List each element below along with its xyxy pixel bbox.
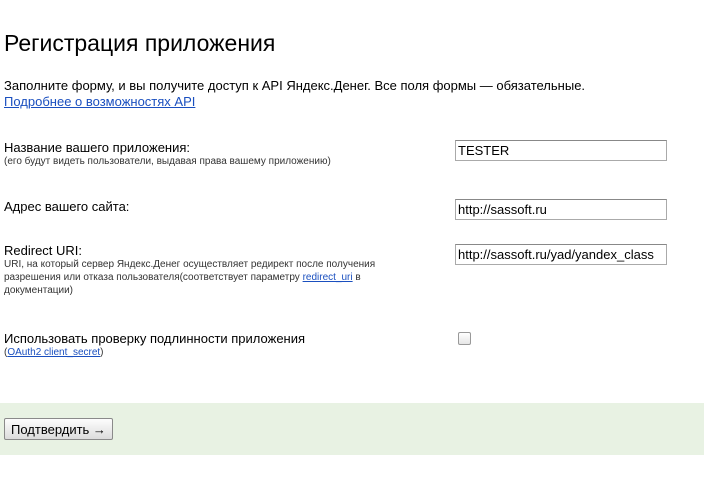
app-name-label: Название вашего приложения: xyxy=(4,140,191,155)
app-name-hint: (его будут видеть пользователи, выдавая … xyxy=(4,156,331,167)
site-url-label-block: Адрес вашего сайта: xyxy=(4,199,129,214)
submit-button[interactable]: Подтвердить → xyxy=(4,418,113,440)
app-name-input[interactable] xyxy=(455,140,667,161)
redirect-uri-param-link[interactable]: redirect_uri xyxy=(303,272,353,283)
app-name-label-block: Название вашего приложения: (его будут в… xyxy=(4,140,331,168)
auth-check-checkbox[interactable] xyxy=(458,332,471,345)
auth-check-label: Использовать проверку подлинности прилож… xyxy=(4,331,306,346)
auth-check-hint: (OAuth2 client_secret) xyxy=(4,346,305,359)
intro-text: Заполните форму, и вы получите доступ к … xyxy=(4,78,586,93)
redirect-uri-label-block: Redirect URI: URI, на который сервер Янд… xyxy=(4,243,424,297)
oauth-client-secret-link[interactable]: OAuth2 client_secret xyxy=(7,347,100,358)
auth-check-label-block: Использовать проверку подлинности прилож… xyxy=(4,331,305,359)
redirect-uri-input[interactable] xyxy=(455,244,667,265)
site-url-label: Адрес вашего сайта: xyxy=(4,199,130,214)
form-footer: Подтвердить → xyxy=(0,403,704,455)
intro-block: Заполните форму, и вы получите доступ к … xyxy=(4,78,585,110)
api-details-link[interactable]: Подробнее о возможностях API xyxy=(4,94,195,109)
page-title: Регистрация приложения xyxy=(4,30,276,56)
redirect-uri-hint: URI, на который сервер Яндекс.Денег осущ… xyxy=(4,258,424,297)
auth-check-hint-close: ) xyxy=(100,347,104,358)
site-url-input[interactable] xyxy=(455,199,667,220)
redirect-uri-label: Redirect URI: xyxy=(4,243,83,258)
